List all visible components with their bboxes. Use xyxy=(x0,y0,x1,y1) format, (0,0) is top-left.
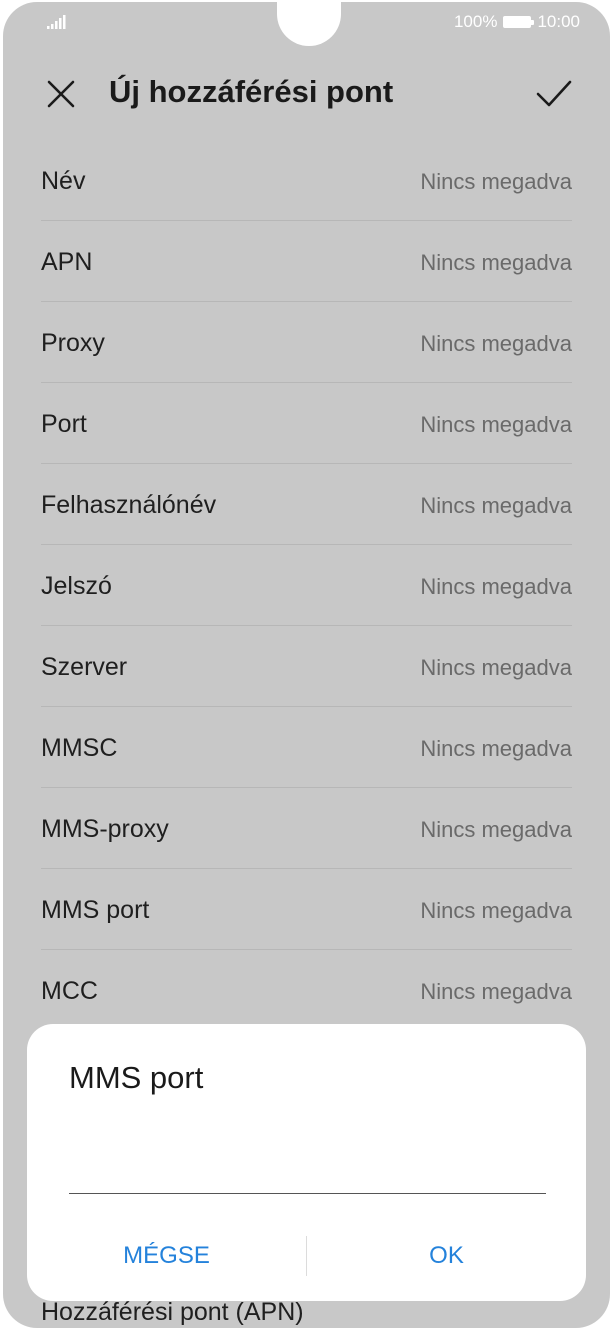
list-item-server[interactable]: Szerver Nincs megadva xyxy=(41,626,572,707)
dialog-title: MMS port xyxy=(69,1060,204,1095)
cancel-button[interactable]: MÉGSE xyxy=(27,1234,306,1278)
list-item-port[interactable]: Port Nincs megadva xyxy=(41,383,572,464)
field-value: Nincs megadva xyxy=(420,250,572,275)
battery-icon xyxy=(503,16,535,28)
field-value: Nincs megadva xyxy=(420,412,572,437)
phone-frame: 100% 10:00 Új hozzáférési pont Név Nincs… xyxy=(0,0,613,1330)
field-label: Szerver xyxy=(41,653,128,681)
list-item-apn[interactable]: APN Nincs megadva xyxy=(41,221,572,302)
list-item-mms-proxy[interactable]: MMS-proxy Nincs megadva xyxy=(41,788,572,869)
field-label: MMSC xyxy=(41,734,118,762)
apn-field-list: Név Nincs megadva APN Nincs megadva Prox… xyxy=(41,140,572,1031)
page-title: Új hozzáférési pont xyxy=(109,74,394,109)
field-label: MMS port xyxy=(41,896,150,924)
list-item-apn-type[interactable]: Hozzáférési pont (APN) xyxy=(41,1298,304,1327)
list-item-username[interactable]: Felhasználónév Nincs megadva xyxy=(41,464,572,545)
field-label: Felhasználónév xyxy=(41,491,217,519)
list-item-mms-port[interactable]: MMS port Nincs megadva xyxy=(41,869,572,950)
clock: 10:00 xyxy=(537,12,580,31)
mms-port-input[interactable] xyxy=(69,1148,546,1194)
field-label: APN xyxy=(41,248,93,276)
mms-port-dialog: MMS port MÉGSE OK xyxy=(27,1024,586,1301)
field-value: Nincs megadva xyxy=(420,655,572,680)
list-item-name[interactable]: Név Nincs megadva xyxy=(41,140,572,221)
status-right: 100% 10:00 xyxy=(454,12,580,32)
field-value: Nincs megadva xyxy=(420,331,572,356)
dialog-button-bar: MÉGSE OK xyxy=(27,1234,586,1278)
field-value: Nincs megadva xyxy=(420,817,572,842)
field-label: Jelszó xyxy=(41,572,112,600)
checkmark-icon[interactable] xyxy=(534,74,574,114)
field-label: Port xyxy=(41,410,87,438)
list-item-proxy[interactable]: Proxy Nincs megadva xyxy=(41,302,572,383)
field-value: Nincs megadva xyxy=(420,169,572,194)
field-value: Nincs megadva xyxy=(420,574,572,599)
ok-button[interactable]: OK xyxy=(307,1234,586,1278)
field-value: Nincs megadva xyxy=(420,493,572,518)
field-label: Proxy xyxy=(41,329,105,357)
list-item-password[interactable]: Jelszó Nincs megadva xyxy=(41,545,572,626)
list-item-mcc[interactable]: MCC Nincs megadva xyxy=(41,950,572,1031)
field-label: MMS-proxy xyxy=(41,815,169,843)
battery-percent: 100% xyxy=(453,12,498,31)
toolbar: Új hozzáférési pont xyxy=(3,60,610,130)
list-item-mmsc[interactable]: MMSC Nincs megadva xyxy=(41,707,572,788)
signal-icon xyxy=(47,15,66,29)
field-value: Nincs megadva xyxy=(420,979,572,1004)
field-label: MCC xyxy=(41,977,98,1005)
screen: 100% 10:00 Új hozzáférési pont Név Nincs… xyxy=(3,2,610,1328)
field-value: Nincs megadva xyxy=(420,898,572,923)
field-value: Nincs megadva xyxy=(420,736,572,761)
field-label: Név xyxy=(41,167,86,195)
close-icon[interactable] xyxy=(43,76,79,112)
